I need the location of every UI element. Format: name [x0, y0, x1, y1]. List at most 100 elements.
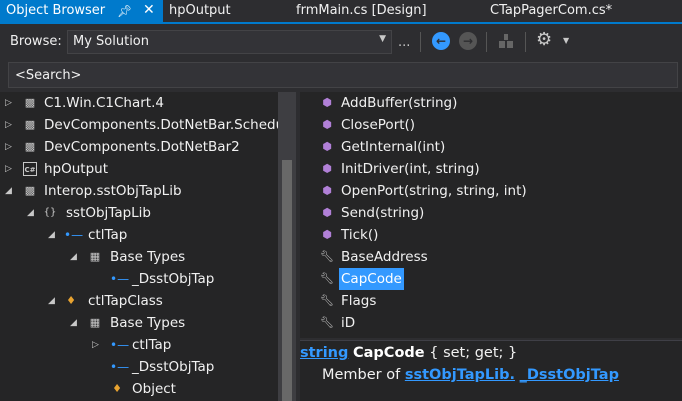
- assembly-icon: ▩: [24, 140, 36, 153]
- tree-item-label: _DsstObjTap: [132, 271, 215, 287]
- tab-ctappagercom[interactable]: CTapPagerCom.cs*: [484, 0, 612, 22]
- expand-arrow-icon[interactable]: ▷: [5, 158, 15, 180]
- toolbar-separator: [420, 32, 421, 52]
- tree-item-label: hpOutput: [44, 161, 109, 177]
- method-icon: ⬢: [322, 140, 332, 153]
- expand-arrow-icon[interactable]: ▷: [5, 136, 15, 158]
- document-tab-bar: Object Browser 📌︎ ✕ hpOutput frmMain.cs …: [0, 0, 682, 22]
- type-link[interactable]: string: [300, 345, 348, 361]
- browse-scope-value: My Solution: [73, 34, 150, 49]
- expand-arrow-icon[interactable]: ▷: [5, 92, 15, 114]
- collapse-arrow-icon[interactable]: ◢: [5, 180, 15, 202]
- member-of-line: Member of sstObjTapLib. _DsstObjTap: [322, 367, 619, 383]
- tree-item-label: ctlTap: [88, 227, 128, 243]
- search-placeholder: <Search>: [15, 68, 82, 83]
- object-browser-toolbar: Browse: My Solution ▼ ... ← → ⚙ ▼: [0, 24, 682, 60]
- tree-item-label: sstObjTapLib: [66, 205, 152, 221]
- folder-icon: ▦: [89, 316, 101, 329]
- collapse-arrow-icon[interactable]: ◢: [48, 224, 58, 246]
- tree-item-label: Base Types: [110, 315, 186, 331]
- member-label: GetInternal(int): [341, 139, 446, 155]
- tab-hpoutput-label: hpOutput: [169, 3, 231, 18]
- toolbar-separator: [486, 32, 487, 52]
- member-label: Tick(): [341, 227, 379, 243]
- member-label: ClosePort(): [341, 117, 416, 133]
- tree-item-label: ctlTap: [132, 337, 172, 353]
- csharp-project-icon: C#: [23, 162, 37, 176]
- expand-arrow-icon[interactable]: ▷: [5, 114, 15, 136]
- tab-frmmain-label: frmMain.cs [Design]: [296, 3, 427, 18]
- class-icon: ♦: [66, 294, 76, 307]
- pin-icon[interactable]: 📌︎: [117, 0, 132, 22]
- member-label: OpenPort(string, string, int): [341, 183, 527, 199]
- method-icon: ⬢: [322, 96, 332, 109]
- tree-scrollbar-thumb[interactable]: [282, 160, 292, 401]
- tree-item-label: _DsstObjTap: [132, 359, 215, 375]
- tree-item-label: DevComponents.DotNetBar2: [44, 139, 240, 155]
- member-name: CapCode: [353, 345, 425, 361]
- tab-frmmain-design[interactable]: frmMain.cs [Design]: [290, 0, 427, 22]
- folder-icon: ▦: [89, 250, 101, 263]
- namespace-icon: {}: [43, 207, 57, 218]
- collapse-arrow-icon[interactable]: ◢: [48, 290, 58, 312]
- description-pane: string CapCode { set; get; } Member of s…: [300, 340, 682, 401]
- tree-item-label: Interop.sstObjTapLib: [44, 183, 182, 199]
- assembly-icon: ▩: [24, 184, 36, 197]
- property-icon: 🔧︎: [320, 250, 334, 263]
- assembly-icon: ▩: [24, 118, 36, 131]
- method-icon: ⬢: [322, 162, 332, 175]
- member-accessors: { set; get; }: [429, 345, 518, 361]
- member-of-label: Member of: [322, 367, 401, 383]
- members-list-pane: ⬢ AddBuffer(string) ⬢ ClosePort() ⬢ GetI…: [300, 92, 682, 338]
- property-icon: 🔧︎: [320, 294, 334, 307]
- member-signature: string CapCode { set; get; }: [300, 345, 517, 361]
- member-label: InitDriver(int, string): [341, 161, 480, 177]
- tree-item-label: DevComponents.DotNetBar.Schedule: [44, 117, 278, 133]
- browse-scope-dropdown[interactable]: My Solution ▼: [67, 30, 392, 54]
- member-label: Send(string): [341, 205, 425, 221]
- member-label: CapCode: [339, 268, 404, 290]
- property-icon: 🔧︎: [320, 272, 334, 285]
- interface-icon: •—: [110, 272, 130, 286]
- collapse-arrow-icon[interactable]: ◢: [70, 246, 80, 268]
- tab-ctappagercom-label: CTapPagerCom.cs*: [490, 3, 613, 18]
- back-icon[interactable]: ←: [432, 32, 450, 50]
- member-label: Flags: [341, 293, 377, 309]
- method-icon: ⬢: [322, 118, 332, 131]
- class-icon: ♦: [112, 382, 122, 395]
- property-icon: 🔧︎: [320, 316, 334, 329]
- gear-icon[interactable]: ⚙: [536, 29, 552, 50]
- chevron-down-icon[interactable]: ▼: [563, 36, 569, 45]
- chevron-down-icon: ▼: [379, 34, 386, 44]
- edit-custom-components-button[interactable]: ...: [398, 35, 410, 50]
- toolbar-separator: [525, 32, 526, 52]
- tab-object-browser[interactable]: Object Browser 📌︎ ✕: [0, 0, 163, 22]
- browse-label: Browse:: [10, 34, 62, 49]
- member-label: AddBuffer(string): [341, 95, 458, 111]
- tree-item-label: Object: [132, 381, 176, 397]
- method-icon: ⬢: [322, 206, 332, 219]
- member-label: BaseAddress: [341, 249, 428, 265]
- namespace-link[interactable]: sstObjTapLib: [405, 367, 510, 383]
- expand-arrow-icon[interactable]: ▷: [92, 334, 102, 356]
- tab-object-browser-label: Object Browser: [6, 3, 106, 18]
- tree-item-label: ctlTapClass: [88, 293, 163, 309]
- collapse-arrow-icon[interactable]: ◢: [27, 202, 37, 224]
- member-label: iD: [341, 315, 356, 331]
- forward-icon[interactable]: →: [459, 32, 477, 50]
- tab-hpoutput[interactable]: hpOutput: [163, 0, 231, 22]
- interface-link[interactable]: _DsstObjTap: [520, 367, 619, 383]
- interface-icon: •—: [110, 360, 130, 374]
- interface-icon: •—: [110, 338, 130, 352]
- collapse-arrow-icon[interactable]: ◢: [70, 312, 80, 334]
- assembly-icon: ▩: [24, 96, 36, 109]
- search-input[interactable]: <Search>: [8, 62, 678, 88]
- method-icon: ⬢: [322, 228, 332, 241]
- objects-tree-pane: ▷ ▩ C1.Win.C1Chart.4 ▷ ▩ DevComponents.D…: [0, 92, 278, 401]
- tree-item-label: C1.Win.C1Chart.4: [44, 95, 164, 111]
- separator-text: .: [509, 367, 516, 383]
- interface-icon: •—: [64, 228, 84, 242]
- add-reference-icon[interactable]: [497, 32, 517, 52]
- tree-item-label: Base Types: [110, 249, 186, 265]
- close-icon[interactable]: ✕: [143, 0, 155, 21]
